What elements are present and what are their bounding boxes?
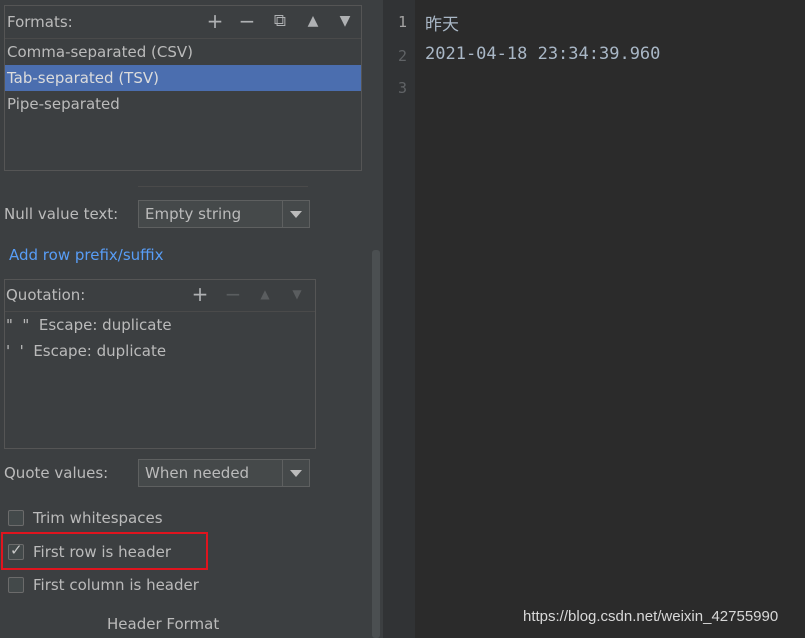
csv-format-settings-panel: Formats: + − ⧉ ▲ ▼ Comma-separated (CSV)…	[0, 0, 383, 638]
editor-line[interactable]: 2021-04-18 23:34:39.960	[425, 44, 660, 64]
remove-icon[interactable]: −	[236, 10, 258, 32]
quote-values-selected: When needed	[145, 464, 250, 482]
line-number: 3	[397, 79, 407, 97]
null-value-dropdown[interactable]: Empty string	[138, 200, 310, 228]
header-format-title: Header Format	[107, 615, 220, 633]
move-down-icon[interactable]: ▼	[334, 10, 356, 32]
formats-list-box: Formats: + − ⧉ ▲ ▼ Comma-separated (CSV)…	[4, 5, 362, 171]
format-item-pipe[interactable]: Pipe-separated	[5, 91, 361, 117]
quotation-item-single[interactable]: ' ' Escape: duplicate	[6, 338, 172, 364]
chevron-down-icon[interactable]	[282, 201, 309, 227]
chevron-down-icon[interactable]	[282, 460, 309, 486]
formats-toolbar: Formats: + − ⧉ ▲ ▼	[5, 6, 361, 39]
move-up-icon[interactable]: ▲	[254, 283, 276, 305]
line-number-gutter: 1 2 3	[383, 0, 415, 638]
first-column-header-option[interactable]: First column is header	[8, 573, 199, 597]
move-up-icon[interactable]: ▲	[302, 10, 324, 32]
editor-line[interactable]: 昨天	[425, 10, 459, 35]
add-row-prefix-suffix-link[interactable]: Add row prefix/suffix	[9, 246, 164, 264]
formats-title: Formats:	[7, 13, 73, 31]
preview-editor[interactable]: 1 2 3 昨天 2021-04-18 23:34:39.960	[383, 0, 805, 638]
format-item-tsv[interactable]: Tab-separated (TSV)	[5, 65, 361, 91]
trim-whitespaces-checkbox[interactable]	[8, 510, 24, 526]
format-item-csv[interactable]: Comma-separated (CSV)	[5, 39, 361, 65]
move-down-icon[interactable]: ▼	[286, 283, 308, 305]
quotation-item-double[interactable]: " " Escape: duplicate	[6, 312, 172, 338]
quote-values-label: Quote values:	[4, 464, 109, 482]
first-column-header-checkbox[interactable]	[8, 577, 24, 593]
remove-icon[interactable]: −	[222, 283, 244, 305]
quotation-toolbar: Quotation: + − ▲ ▼	[5, 280, 315, 312]
trim-whitespaces-label: Trim whitespaces	[33, 509, 163, 527]
null-value-label: Null value text:	[4, 205, 119, 223]
copy-icon[interactable]: ⧉	[269, 10, 291, 32]
formats-list: Comma-separated (CSV) Tab-separated (TSV…	[5, 39, 361, 117]
line-number: 1	[397, 13, 407, 31]
add-icon[interactable]: +	[189, 283, 211, 305]
first-column-header-label: First column is header	[33, 576, 199, 594]
trim-whitespaces-option[interactable]: Trim whitespaces	[8, 506, 163, 530]
divider	[138, 186, 308, 187]
quotation-title: Quotation:	[6, 286, 86, 304]
quotation-list: " " Escape: duplicate ' ' Escape: duplic…	[6, 312, 172, 364]
quote-values-dropdown[interactable]: When needed	[138, 459, 310, 487]
annotation-highlight	[1, 532, 208, 570]
scrollbar-thumb[interactable]	[372, 250, 380, 638]
quotation-list-box: Quotation: + − ▲ ▼ " " Escape: duplicate…	[4, 279, 316, 449]
line-number: 2	[397, 47, 407, 65]
null-value-selected: Empty string	[145, 205, 242, 223]
watermark: https://blog.csdn.net/weixin_42755990	[523, 608, 779, 625]
add-icon[interactable]: +	[204, 10, 226, 32]
